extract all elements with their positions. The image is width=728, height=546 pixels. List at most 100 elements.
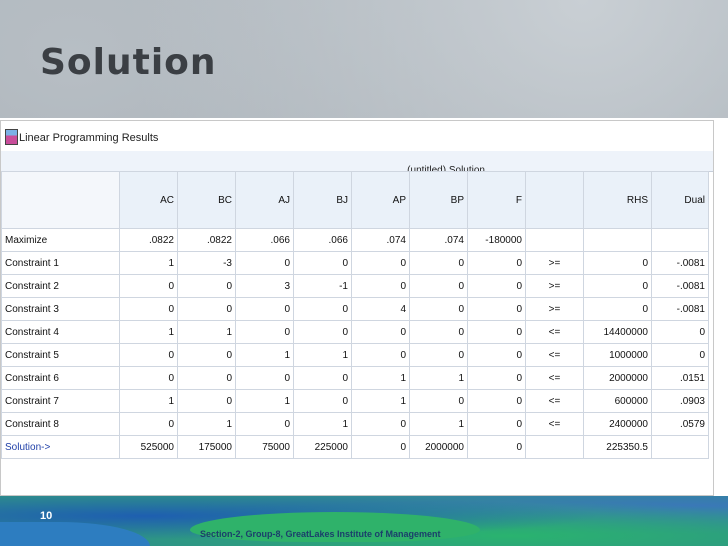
inequality-cell[interactable] — [525, 435, 584, 459]
inequality-cell[interactable]: >= — [525, 297, 584, 321]
table-cell[interactable]: 1 — [409, 366, 468, 390]
row-label[interactable]: Constraint 1 — [1, 251, 120, 275]
table-cell[interactable]: 1 — [119, 251, 178, 275]
table-cell[interactable]: 0 — [119, 343, 178, 367]
table-cell[interactable]: 0 — [409, 274, 468, 298]
table-cell[interactable]: 0 — [235, 366, 294, 390]
table-cell[interactable]: 2400000 — [583, 412, 652, 436]
inequality-cell[interactable]: <= — [525, 412, 584, 436]
table-cell[interactable]: .074 — [409, 228, 468, 252]
table-cell[interactable] — [583, 228, 652, 252]
table-cell[interactable]: 0 — [467, 274, 526, 298]
table-cell[interactable]: 0 — [467, 320, 526, 344]
table-cell[interactable]: 0 — [119, 274, 178, 298]
inequality-cell[interactable]: <= — [525, 343, 584, 367]
table-cell[interactable]: 0 — [177, 343, 236, 367]
table-cell[interactable]: 1 — [119, 320, 178, 344]
table-cell[interactable]: 0 — [351, 251, 410, 275]
inequality-cell[interactable]: <= — [525, 320, 584, 344]
table-cell[interactable]: 0 — [409, 297, 468, 321]
inequality-cell[interactable] — [525, 228, 584, 252]
table-cell[interactable]: 1 — [293, 412, 352, 436]
table-cell[interactable]: 0 — [467, 366, 526, 390]
table-cell[interactable]: .0151 — [651, 366, 709, 390]
table-cell[interactable]: 0 — [293, 320, 352, 344]
table-cell[interactable]: 0 — [293, 251, 352, 275]
table-cell[interactable]: 0 — [467, 297, 526, 321]
table-cell[interactable]: .0822 — [177, 228, 236, 252]
table-cell[interactable]: 0 — [119, 412, 178, 436]
table-cell[interactable]: 0 — [467, 435, 526, 459]
table-cell[interactable]: 0 — [235, 251, 294, 275]
table-cell[interactable]: 0 — [467, 412, 526, 436]
table-cell[interactable]: .066 — [235, 228, 294, 252]
row-label[interactable]: Constraint 4 — [1, 320, 120, 344]
table-cell[interactable]: 0 — [119, 366, 178, 390]
table-cell[interactable]: -.0081 — [651, 274, 709, 298]
table-cell[interactable] — [651, 435, 709, 459]
inequality-cell[interactable]: <= — [525, 389, 584, 413]
row-label[interactable]: Constraint 8 — [1, 412, 120, 436]
table-cell[interactable]: 0 — [467, 389, 526, 413]
table-cell[interactable]: 0 — [467, 343, 526, 367]
row-label[interactable]: Solution-> — [1, 435, 120, 459]
table-cell[interactable]: 0 — [409, 251, 468, 275]
table-cell[interactable]: -180000 — [467, 228, 526, 252]
table-cell[interactable]: 0 — [583, 251, 652, 275]
table-cell[interactable]: 0 — [409, 389, 468, 413]
table-cell[interactable]: 0 — [409, 320, 468, 344]
row-label[interactable]: Constraint 6 — [1, 366, 120, 390]
table-cell[interactable]: 0 — [467, 251, 526, 275]
table-cell[interactable]: 1000000 — [583, 343, 652, 367]
table-cell[interactable]: 0 — [351, 320, 410, 344]
table-cell[interactable]: -3 — [177, 251, 236, 275]
table-cell[interactable]: 1 — [119, 389, 178, 413]
table-cell[interactable]: -.0081 — [651, 251, 709, 275]
table-cell[interactable]: 2000000 — [409, 435, 468, 459]
window-titlebar[interactable]: Linear Programming Results — [1, 121, 713, 152]
inequality-cell[interactable]: <= — [525, 366, 584, 390]
table-cell[interactable]: .0822 — [119, 228, 178, 252]
table-cell[interactable]: -.0081 — [651, 297, 709, 321]
row-label[interactable]: Constraint 7 — [1, 389, 120, 413]
row-label[interactable]: Constraint 5 — [1, 343, 120, 367]
row-label[interactable]: Constraint 2 — [1, 274, 120, 298]
table-cell[interactable]: 0 — [177, 389, 236, 413]
table-cell[interactable]: 0 — [235, 297, 294, 321]
table-cell[interactable]: 0 — [119, 297, 178, 321]
table-cell[interactable]: 0 — [293, 297, 352, 321]
table-cell[interactable]: 0 — [293, 366, 352, 390]
table-cell[interactable]: 0 — [177, 274, 236, 298]
table-cell[interactable]: 1 — [235, 389, 294, 413]
table-cell[interactable] — [651, 228, 709, 252]
table-cell[interactable]: 1 — [351, 366, 410, 390]
table-cell[interactable]: 1 — [351, 389, 410, 413]
table-cell[interactable]: 0 — [177, 297, 236, 321]
table-cell[interactable]: 525000 — [119, 435, 178, 459]
inequality-cell[interactable]: >= — [525, 251, 584, 275]
table-cell[interactable]: 225000 — [293, 435, 352, 459]
table-cell[interactable]: .066 — [293, 228, 352, 252]
table-cell[interactable]: 225350.5 — [583, 435, 652, 459]
table-cell[interactable]: 0 — [651, 320, 709, 344]
table-cell[interactable]: 2000000 — [583, 366, 652, 390]
table-cell[interactable]: 0 — [409, 343, 468, 367]
table-cell[interactable]: 0 — [351, 412, 410, 436]
table-cell[interactable]: 1 — [293, 343, 352, 367]
table-cell[interactable]: 1 — [409, 412, 468, 436]
table-cell[interactable]: 3 — [235, 274, 294, 298]
table-cell[interactable]: 0 — [351, 435, 410, 459]
table-cell[interactable]: .074 — [351, 228, 410, 252]
table-cell[interactable]: 4 — [351, 297, 410, 321]
table-cell[interactable]: 0 — [293, 389, 352, 413]
row-label[interactable]: Constraint 3 — [1, 297, 120, 321]
table-cell[interactable]: 0 — [583, 274, 652, 298]
row-label[interactable]: Maximize — [1, 228, 120, 252]
table-cell[interactable]: 175000 — [177, 435, 236, 459]
table-cell[interactable]: 0 — [235, 320, 294, 344]
table-cell[interactable]: 0 — [651, 343, 709, 367]
table-cell[interactable]: 75000 — [235, 435, 294, 459]
table-cell[interactable]: .0579 — [651, 412, 709, 436]
table-cell[interactable]: 0 — [583, 297, 652, 321]
table-cell[interactable]: 1 — [177, 320, 236, 344]
